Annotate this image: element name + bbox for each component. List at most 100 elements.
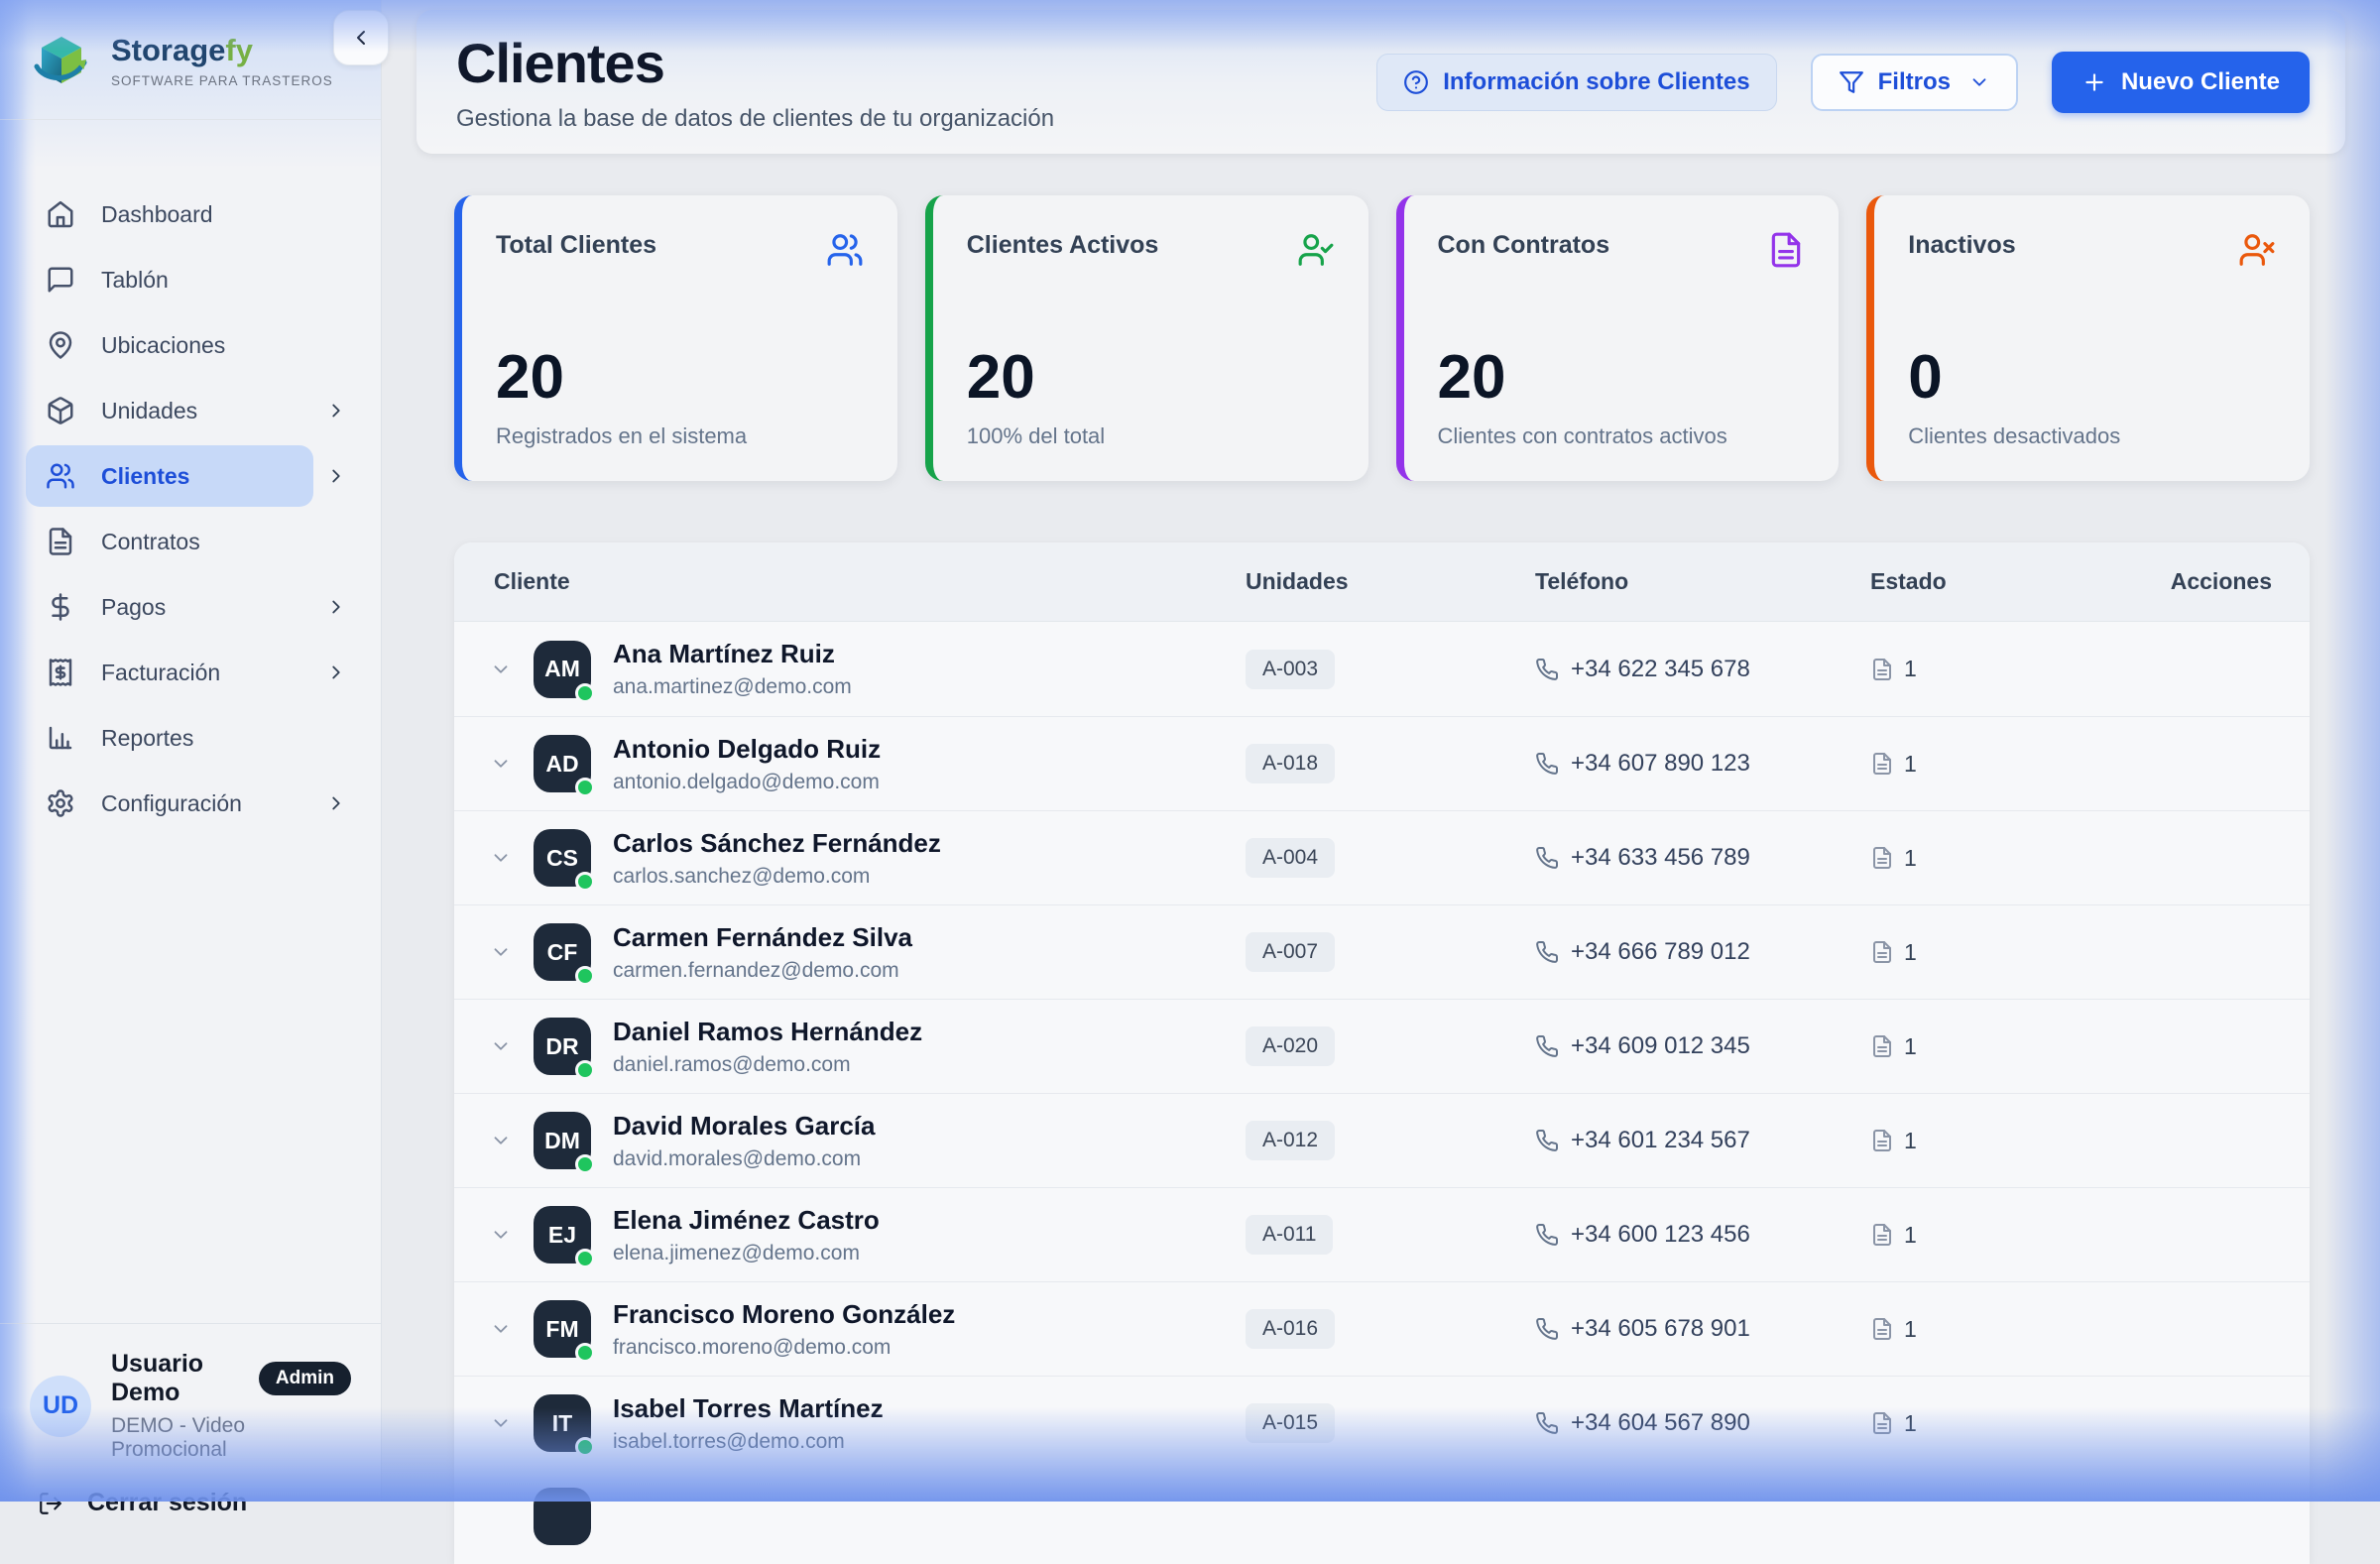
sidebar-nav: Dashboard Tablón Ubicaciones <box>0 120 381 1323</box>
stat-value: 20 <box>967 347 1335 409</box>
contracts-count: 1 <box>1904 656 1917 682</box>
table-row[interactable]: CS Carlos Sánchez Fernández carlos.sanch… <box>454 810 2310 904</box>
table-row[interactable]: FM Francisco Moreno González francisco.m… <box>454 1281 2310 1376</box>
table-row[interactable]: DR Daniel Ramos Hernández daniel.ramos@d… <box>454 999 2310 1093</box>
row-expand-chevron-icon[interactable] <box>490 847 512 869</box>
page-subtitle: Gestiona la base de datos de clientes de… <box>456 105 1054 133</box>
table-row[interactable]: AM Ana Martínez Ruiz ana.martinez@demo.c… <box>454 622 2310 716</box>
users-icon <box>46 461 75 491</box>
contracts-icon <box>1870 1223 1894 1247</box>
table-row[interactable]: EJ Elena Jiménez Castro elena.jimenez@de… <box>454 1187 2310 1281</box>
client-email: elena.jimenez@demo.com <box>613 1242 880 1265</box>
stat-title: Con Contratos <box>1438 231 1610 260</box>
sidebar-item[interactable]: Facturación <box>26 642 357 703</box>
unit-badge: A-012 <box>1246 1121 1335 1160</box>
table-row[interactable]: CF Carmen Fernández Silva carmen.fernand… <box>454 904 2310 999</box>
chevron-right-icon <box>325 662 347 683</box>
phone-icon <box>1535 1034 1559 1058</box>
table-row[interactable]: DM David Morales García david.morales@de… <box>454 1093 2310 1187</box>
contracts-icon <box>1870 658 1894 681</box>
client-phone: +34 601 234 567 <box>1571 1127 1750 1154</box>
sidebar-item[interactable]: Ubicaciones <box>26 314 357 376</box>
stat-title: Inactivos <box>1908 231 2015 260</box>
sidebar-item-label: Reportes <box>101 725 193 752</box>
chevron-left-icon <box>349 26 373 50</box>
sidebar-item[interactable]: Configuración <box>26 773 357 834</box>
sidebar-item[interactable]: Dashboard <box>26 183 357 245</box>
map-pin-icon <box>46 330 75 360</box>
stat-subtitle: Registrados en el sistema <box>496 423 864 449</box>
contracts-icon <box>1870 1034 1894 1058</box>
sidebar-item-main: Facturación <box>26 642 313 703</box>
contracts-icon <box>1870 940 1894 964</box>
chevron-right-icon <box>325 465 347 487</box>
chevron-right-icon <box>325 596 347 618</box>
unit-badge: A-020 <box>1246 1026 1335 1066</box>
sidebar-item[interactable]: Clientes <box>26 445 357 507</box>
row-expand-chevron-icon[interactable] <box>490 1035 512 1057</box>
table-row[interactable]: AD Antonio Delgado Ruiz antonio.delgado@… <box>454 716 2310 810</box>
user-subtitle: DEMO - Video Promocional <box>111 1414 351 1462</box>
row-expand-chevron-icon[interactable] <box>490 1224 512 1246</box>
sidebar-item-main: Ubicaciones <box>26 314 357 376</box>
info-clients-button[interactable]: Información sobre Clientes <box>1376 54 1776 111</box>
sidebar-item[interactable]: Pagos <box>26 576 357 638</box>
table-row[interactable]: IT Isabel Torres Martínez isabel.torres@… <box>454 1376 2310 1470</box>
user-avatar: UD <box>30 1376 91 1437</box>
stat-value: 20 <box>1438 347 1806 409</box>
row-expand-chevron-icon[interactable] <box>490 1130 512 1151</box>
package-icon <box>46 396 75 425</box>
stat-subtitle: Clientes con contratos activos <box>1438 423 1806 449</box>
row-expand-chevron-icon[interactable] <box>490 753 512 775</box>
client-avatar <box>534 1488 591 1545</box>
row-expand-chevron-icon[interactable] <box>490 941 512 963</box>
app-root: Storagefy SOFTWARE PARA TRASTEROS Dashbo… <box>0 0 2380 1502</box>
phone-icon <box>1535 1223 1559 1247</box>
sidebar-item-label: Clientes <box>101 463 189 490</box>
contracts-icon <box>1870 1411 1894 1435</box>
sidebar-item-main: Pagos <box>26 576 313 638</box>
message-icon <box>46 265 75 295</box>
status-dot <box>575 1249 595 1268</box>
file-text-icon <box>1767 231 1805 269</box>
client-name: Isabel Torres Martínez <box>613 1393 884 1424</box>
sidebar-item-main: Dashboard <box>26 183 357 245</box>
sidebar-item[interactable]: Contratos <box>26 511 357 572</box>
sidebar-item[interactable]: Unidades <box>26 380 357 441</box>
user-name: Usuario Demo <box>111 1350 243 1407</box>
stat-title: Clientes Activos <box>967 231 1159 260</box>
sidebar-collapse-button[interactable] <box>333 10 389 65</box>
sidebar-item-label: Dashboard <box>101 201 213 228</box>
dollar-icon <box>46 592 75 622</box>
logout-button[interactable]: Cerrar sesión <box>30 1489 351 1517</box>
logout-label: Cerrar sesión <box>87 1489 247 1517</box>
client-name: Carlos Sánchez Fernández <box>613 828 941 859</box>
brand: Storagefy SOFTWARE PARA TRASTEROS <box>0 0 381 119</box>
client-name: Daniel Ramos Hernández <box>613 1017 922 1047</box>
sidebar-item-main: Tablón <box>26 249 357 310</box>
user-profile[interactable]: UD Usuario Demo Admin DEMO - Video Promo… <box>30 1350 351 1462</box>
row-expand-chevron-icon[interactable] <box>490 1412 512 1434</box>
status-dot <box>575 1343 595 1363</box>
sidebar-item[interactable]: Tablón <box>26 249 357 310</box>
page-header: Clientes Gestiona la base de datos de cl… <box>416 10 2345 154</box>
client-name: Carmen Fernández Silva <box>613 922 912 953</box>
status-dot <box>575 683 595 703</box>
contracts-count: 1 <box>1904 1410 1917 1437</box>
clients-table: Cliente Unidades Teléfono Estado Accione… <box>454 542 2310 1564</box>
header-actions: Información sobre Clientes Filtros Nuevo… <box>1376 52 2310 113</box>
sidebar-item-main: Reportes <box>26 707 357 769</box>
row-expand-chevron-icon[interactable] <box>490 659 512 680</box>
row-expand-chevron-icon[interactable] <box>490 1318 512 1340</box>
client-phone: +34 607 890 123 <box>1571 750 1750 778</box>
phone-icon <box>1535 658 1559 681</box>
role-badge: Admin <box>259 1362 351 1395</box>
sidebar-item[interactable]: Reportes <box>26 707 357 769</box>
contracts-icon <box>1870 846 1894 870</box>
new-client-button[interactable]: Nuevo Cliente <box>2052 52 2310 113</box>
bar-chart-icon <box>46 723 75 753</box>
status-dot <box>575 872 595 892</box>
filters-button[interactable]: Filtros <box>1811 54 2018 111</box>
sidebar-item-label: Unidades <box>101 398 197 424</box>
client-email: antonio.delgado@demo.com <box>613 771 881 794</box>
